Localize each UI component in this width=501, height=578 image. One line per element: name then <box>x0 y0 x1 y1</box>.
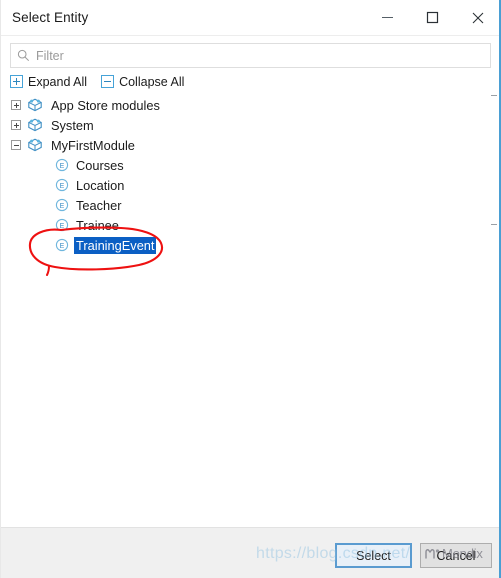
module-icon <box>28 118 42 132</box>
title-bar: Select Entity <box>1 0 499 36</box>
filter-box[interactable] <box>10 43 491 68</box>
maximize-icon <box>426 11 439 24</box>
expand-all-button[interactable]: Expand All <box>10 75 87 89</box>
close-icon <box>472 12 483 23</box>
filter-input[interactable] <box>36 48 466 63</box>
select-entity-dialog: Select Entity Expand All <box>0 0 501 578</box>
minimize-icon <box>382 17 393 18</box>
tree-node-label: TrainingEvent <box>74 236 157 254</box>
expand-all-label: Expand All <box>28 74 88 89</box>
cancel-button[interactable]: Cancel <box>420 543 492 568</box>
tree-node-label: App Store modules <box>51 97 160 113</box>
tree-node-label: Teacher <box>76 197 122 213</box>
minimize-button[interactable] <box>365 0 410 35</box>
svg-text:E: E <box>60 203 65 210</box>
tree-node-system[interactable]: System <box>6 115 491 135</box>
entity-icon: E <box>55 178 69 192</box>
svg-text:E: E <box>60 183 65 190</box>
tree-node-teacher[interactable]: E Teacher <box>6 195 491 215</box>
expand-toggle-icon[interactable] <box>11 100 21 110</box>
tree-toolbar: Expand All Collapse All <box>10 72 198 91</box>
tree-node-myfirstmodule[interactable]: MyFirstModule <box>6 135 491 155</box>
module-icon <box>28 138 42 152</box>
tree-node-label: Courses <box>76 157 124 173</box>
select-button[interactable]: Select <box>335 543 412 568</box>
tree-node-courses[interactable]: E Courses <box>6 155 491 175</box>
entity-icon: E <box>55 198 69 212</box>
minus-box-icon <box>101 75 115 88</box>
edge-tick <box>491 95 497 96</box>
tree-node-label: System <box>51 117 94 133</box>
close-button[interactable] <box>455 0 499 35</box>
entity-icon: E <box>55 238 69 252</box>
tree-node-location[interactable]: E Location <box>6 175 491 195</box>
svg-text:E: E <box>60 243 65 250</box>
collapse-all-label: Collapse All <box>119 74 185 89</box>
search-icon <box>17 49 30 62</box>
entity-tree[interactable]: App Store modules System MyFirstModule E Cou… <box>6 95 491 525</box>
entity-icon: E <box>55 158 69 172</box>
collapse-all-button[interactable]: Collapse All <box>101 75 184 89</box>
dialog-title: Select Entity <box>12 10 89 25</box>
tree-node-app-store-modules[interactable]: App Store modules <box>6 95 491 115</box>
tree-node-label: Location <box>76 177 125 193</box>
maximize-button[interactable] <box>410 0 455 35</box>
svg-text:E: E <box>60 223 65 230</box>
collapse-toggle-icon[interactable] <box>11 140 21 150</box>
entity-icon: E <box>55 218 69 232</box>
module-icon <box>28 98 42 112</box>
tree-node-label: Trainee <box>76 217 119 233</box>
tree-node-trainingevent[interactable]: E TrainingEvent <box>6 235 491 255</box>
plus-box-icon <box>10 75 23 88</box>
tree-node-trainee[interactable]: E Trainee <box>6 215 491 235</box>
edge-tick <box>491 224 497 225</box>
tree-node-label: MyFirstModule <box>51 137 135 153</box>
svg-text:E: E <box>60 163 65 170</box>
expand-toggle-icon[interactable] <box>11 120 21 130</box>
